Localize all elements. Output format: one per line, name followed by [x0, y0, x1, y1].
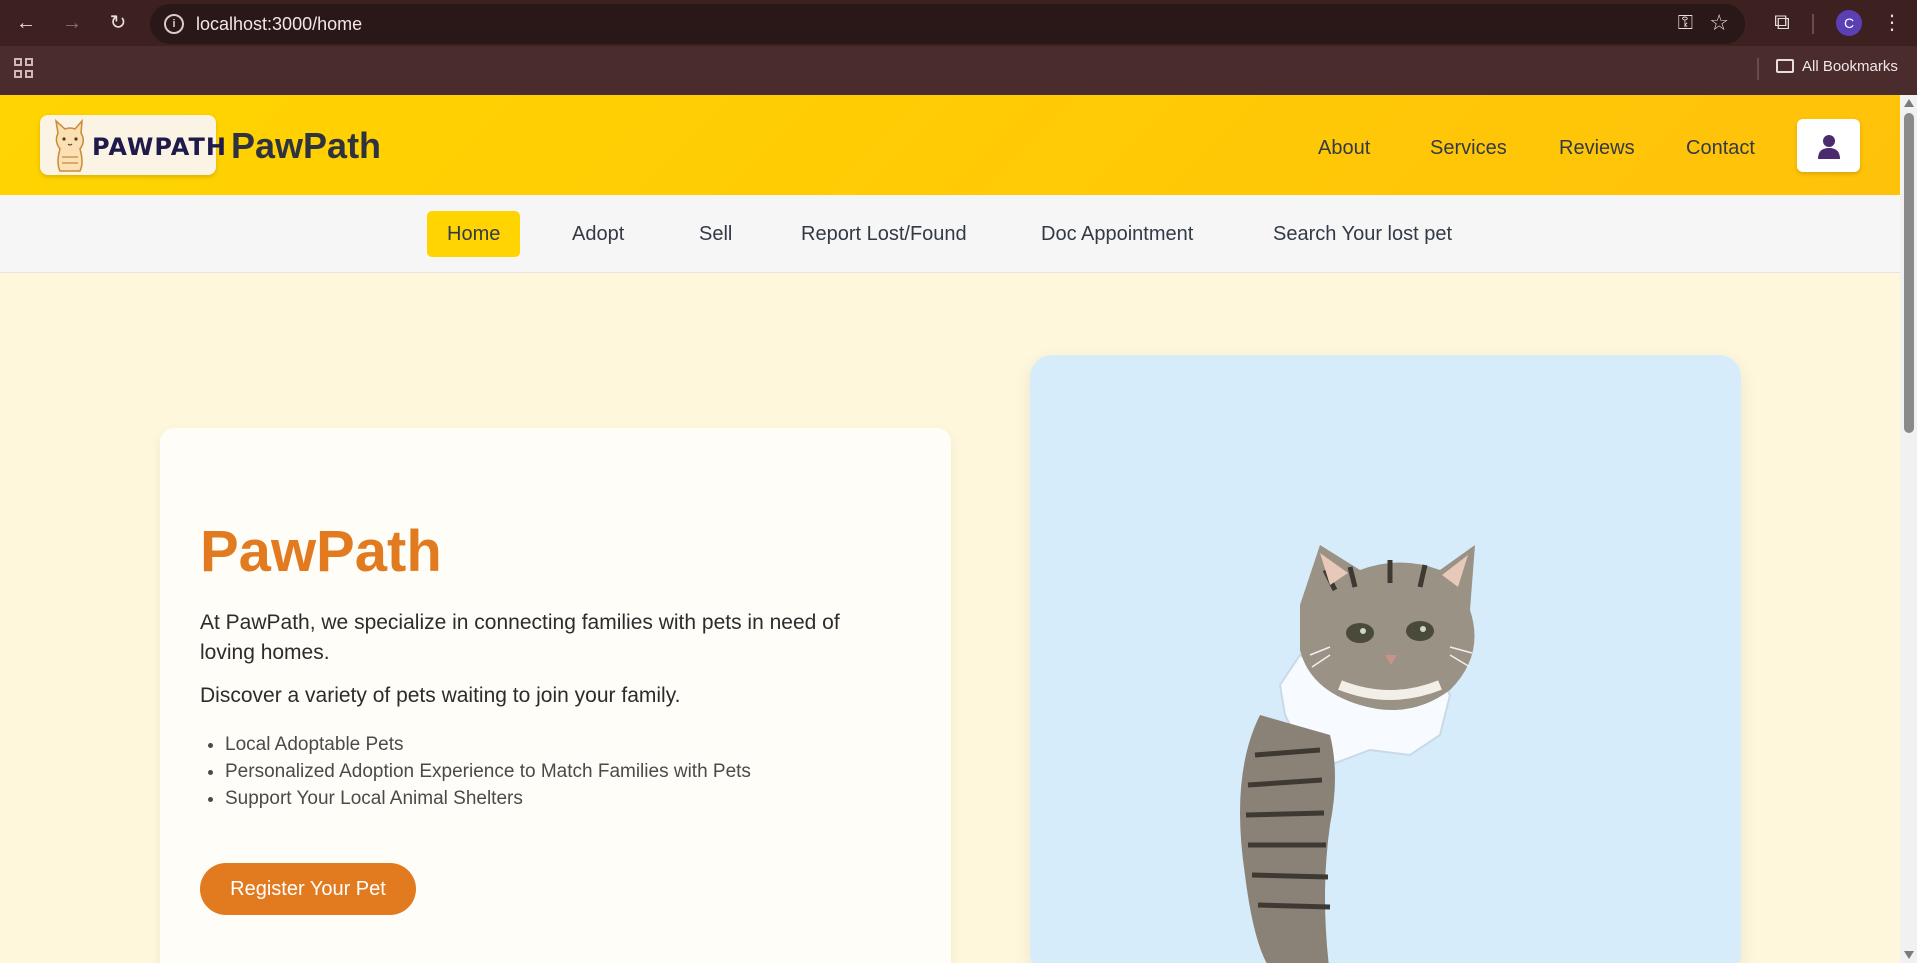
- hero-title: PawPath: [200, 519, 442, 584]
- subnav-home[interactable]: Home: [427, 211, 521, 257]
- apps-grid-icon[interactable]: [14, 58, 34, 78]
- vertical-scrollbar[interactable]: [1900, 95, 1917, 963]
- cat-logo-icon: [54, 119, 84, 172]
- nav-services[interactable]: Services: [1430, 137, 1507, 160]
- browser-toolbar: ← → ↻ i localhost:3000/home ⚿ ☆ ⧉ C ⋮: [0, 0, 1917, 46]
- site-header: PAWPATH PawPath About Services Reviews C…: [0, 95, 1900, 195]
- list-item: Local Adoptable Pets: [225, 731, 751, 758]
- reload-icon[interactable]: ↻: [106, 11, 130, 35]
- user-icon: [1818, 135, 1840, 159]
- scroll-up-arrow[interactable]: [1904, 99, 1914, 107]
- subnav-report-lost-found[interactable]: Report Lost/Found: [781, 211, 987, 257]
- all-bookmarks-label: All Bookmarks: [1802, 58, 1898, 75]
- logo[interactable]: PAWPATH: [40, 115, 226, 175]
- subnav-search-lost-pet[interactable]: Search Your lost pet: [1253, 211, 1472, 257]
- kitten-image: [1030, 355, 1741, 963]
- profile-avatar[interactable]: C: [1836, 10, 1862, 36]
- back-icon[interactable]: ←: [14, 11, 38, 35]
- page: PAWPATH PawPath About Services Reviews C…: [0, 95, 1900, 963]
- site-info-icon[interactable]: i: [164, 14, 184, 34]
- browser-chrome: ← → ↻ i localhost:3000/home ⚿ ☆ ⧉ C ⋮ Al…: [0, 0, 1917, 95]
- list-item: Personalized Adoption Experience to Matc…: [225, 758, 751, 785]
- register-pet-button[interactable]: Register Your Pet: [200, 863, 416, 915]
- toolbar-divider: [1812, 14, 1814, 34]
- bookmark-star-icon[interactable]: ☆: [1709, 10, 1729, 36]
- logo-text: PAWPATH: [92, 133, 227, 161]
- hero-card: PawPath At PawPath, we specialize in con…: [160, 428, 951, 963]
- address-bar[interactable]: i localhost:3000/home ⚿ ☆: [150, 4, 1745, 44]
- list-item: Support Your Local Animal Shelters: [225, 785, 751, 812]
- forward-icon[interactable]: →: [60, 11, 84, 35]
- subnav-sell[interactable]: Sell: [679, 211, 752, 257]
- all-bookmarks-button[interactable]: All Bookmarks: [1776, 58, 1898, 75]
- url-text[interactable]: localhost:3000/home: [196, 14, 362, 35]
- browser-menu-icon[interactable]: ⋮: [1882, 10, 1902, 35]
- subnav-adopt[interactable]: Adopt: [552, 211, 644, 257]
- user-account-button[interactable]: [1797, 119, 1860, 172]
- nav-reviews[interactable]: Reviews: [1559, 137, 1635, 160]
- scrollbar-thumb[interactable]: [1904, 113, 1914, 433]
- password-key-icon[interactable]: ⚿: [1678, 12, 1693, 35]
- subnav-doc-appointment[interactable]: Doc Appointment: [1021, 211, 1213, 257]
- hero-subtext: Discover a variety of pets waiting to jo…: [200, 684, 681, 707]
- nav-contact[interactable]: Contact: [1686, 137, 1755, 160]
- brand-name[interactable]: PawPath: [231, 125, 381, 167]
- bookmarks-divider: [1757, 58, 1759, 80]
- extensions-icon[interactable]: ⧉: [1768, 9, 1796, 37]
- feature-list: Local Adoptable Pets Personalized Adopti…: [225, 731, 751, 812]
- secondary-nav: Home Adopt Sell Report Lost/Found Doc Ap…: [0, 195, 1900, 273]
- nav-about[interactable]: About: [1318, 137, 1370, 160]
- hero-description: At PawPath, we specialize in connecting …: [200, 611, 840, 664]
- scroll-down-arrow[interactable]: [1904, 951, 1914, 959]
- kitten-illustration: [1240, 545, 1475, 963]
- folder-icon: [1776, 59, 1794, 73]
